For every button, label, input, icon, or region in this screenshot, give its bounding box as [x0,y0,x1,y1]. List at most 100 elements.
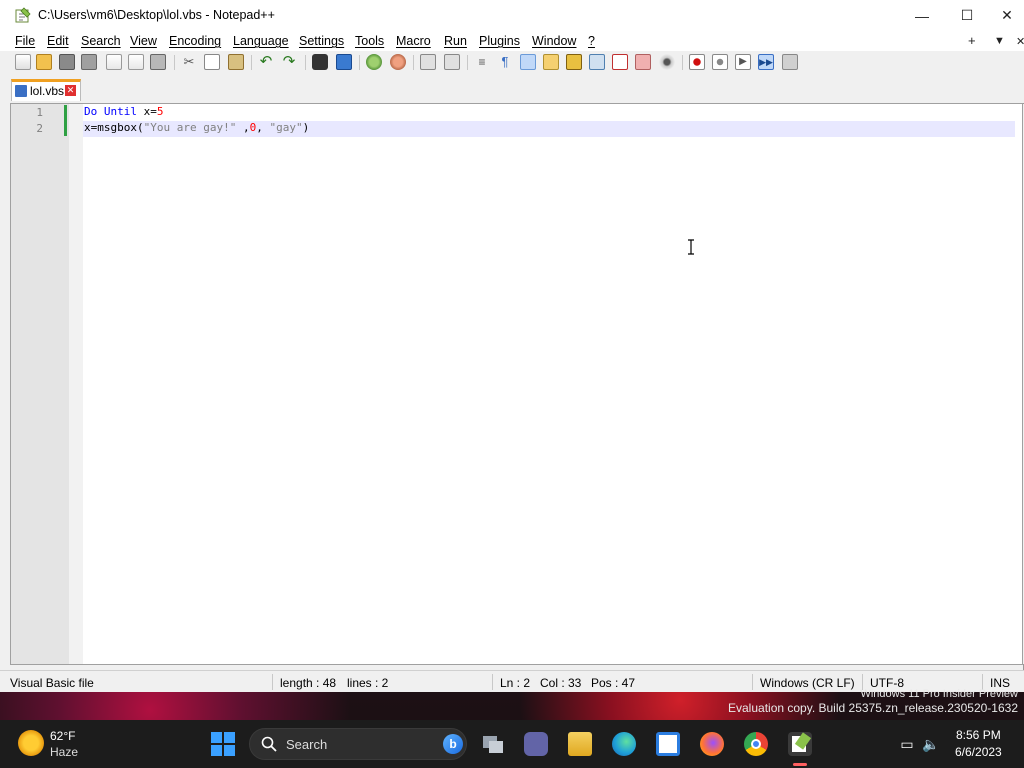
tab-lol-vbs[interactable]: lol.vbs ✕ [11,79,81,101]
code-token: , [236,121,250,134]
watermark-edition: Windows 11 Pro Insider Preview [860,688,1018,700]
status-separator [752,674,753,690]
windows-logo-icon [211,732,222,743]
active-app-indicator [793,763,807,766]
status-eol[interactable]: Windows (CR LF) [760,676,855,690]
close-all-icon[interactable] [128,54,144,70]
windows-logo-icon [224,745,235,756]
undo-icon[interactable]: ↶ [258,54,274,70]
print-icon[interactable] [150,54,166,70]
teams-chat-icon[interactable] [524,732,548,756]
weather-description[interactable]: Haze [50,745,78,759]
tab-close-icon[interactable]: ✕ [65,85,76,96]
save-macro-icon[interactable] [782,54,798,70]
menu-search[interactable]: Search [81,34,121,48]
menu-tools[interactable]: Tools [355,34,384,48]
folder-workspace-icon[interactable] [612,54,628,70]
tab-bar: lol.vbs ✕ [0,73,1024,103]
sync-vertical-icon[interactable] [420,54,436,70]
start-button[interactable] [211,732,235,756]
code-token: x=msgbox( [84,121,144,134]
editor-area[interactable]: 1 2 Do Until x=5 x=msgbox("You are gay!"… [10,103,1024,665]
menu-encoding[interactable]: Encoding [169,34,221,48]
zoom-in-icon[interactable] [366,54,382,70]
edge-browser-icon[interactable] [612,732,636,756]
open-file-icon[interactable] [36,54,52,70]
tab-list-icon[interactable]: ▼ [994,35,1005,47]
notepadpp-window: C:\Users\vm6\Desktop\lol.vbs - Notepad++… [0,0,1024,692]
window-title: C:\Users\vm6\Desktop\lol.vbs - Notepad++ [38,8,275,22]
playback-macro-icon[interactable]: ▶ [735,54,751,70]
indent-guide-icon[interactable] [520,54,536,70]
menu-edit[interactable]: Edit [47,34,69,48]
redo-icon[interactable]: ↷ [281,54,297,70]
stop-record-icon[interactable] [712,54,728,70]
paste-icon[interactable] [228,54,244,70]
code-token: "You are gay!" [143,121,237,134]
close-doc-icon[interactable]: ✕ [1016,35,1024,48]
network-icon[interactable]: ▭ [898,735,916,753]
change-history-bar [64,105,67,136]
taskbar-search-box[interactable]: Search b [249,728,467,760]
minimize-button[interactable]: — [899,0,945,31]
windows-logo-icon [224,732,235,743]
toolbar-separator [467,55,468,70]
menu-settings[interactable]: Settings [299,34,344,48]
document-list-icon[interactable] [635,54,651,70]
menu-run[interactable]: Run [444,34,467,48]
doc-map-icon[interactable] [566,54,582,70]
menu-view[interactable]: View [130,34,157,48]
toolbar-separator [305,55,306,70]
save-all-icon[interactable] [81,54,97,70]
notepadpp-taskbar-icon[interactable] [788,732,812,756]
code-line[interactable]: Do Until x=5 [83,105,1015,121]
clock-date[interactable]: 6/6/2023 [955,745,1002,759]
toolbar-separator [413,55,414,70]
code-line-current[interactable]: x=msgbox("You are gay!" ,0, "gay") [83,121,1015,137]
close-file-icon[interactable] [106,54,122,70]
status-pos: Pos : 47 [591,676,636,690]
save-icon[interactable] [59,54,75,70]
monitoring-eye-icon[interactable] [659,54,675,70]
sync-horizontal-icon[interactable] [444,54,460,70]
replace-icon[interactable] [336,54,352,70]
function-list-icon[interactable] [589,54,605,70]
code-token: Until [103,105,137,118]
toolbar-separator [251,55,252,70]
saved-file-icon [15,85,27,97]
chrome-icon[interactable] [744,732,768,756]
run-macro-multiple-icon[interactable]: ▶▶ [758,54,774,70]
status-length: length : 48 [280,676,337,690]
cut-icon[interactable]: ✂ [181,54,197,70]
menu-macro[interactable]: Macro [396,34,431,48]
define-language-icon[interactable] [543,54,559,70]
code-token: x= [137,105,157,118]
clock-time[interactable]: 8:56 PM [956,728,1001,742]
file-explorer-icon[interactable] [568,732,592,756]
copy-icon[interactable] [204,54,220,70]
new-tab-icon[interactable]: + [968,33,976,48]
word-wrap-icon[interactable]: ≡ [474,54,490,70]
watermark-build: Evaluation copy. Build 25375.zn_release.… [728,701,1018,715]
task-view-icon[interactable] [481,732,505,756]
record-macro-icon[interactable] [689,54,705,70]
close-button[interactable]: ✕ [990,0,1024,31]
menu-file[interactable]: File [15,34,35,48]
menu-language[interactable]: Language [233,34,289,48]
menu-plugins[interactable]: Plugins [479,34,520,48]
menu-window[interactable]: Window [532,34,576,48]
show-all-chars-icon[interactable]: ¶ [497,54,513,70]
bing-icon[interactable]: b [443,734,463,754]
weather-sun-icon[interactable] [18,730,44,756]
menu-help[interactable]: ? [588,34,595,48]
find-icon[interactable] [312,54,328,70]
volume-icon[interactable]: 🔈 [922,735,940,753]
weather-temperature[interactable]: 62°F [50,729,75,743]
fold-margin[interactable] [69,104,83,664]
zoom-out-icon[interactable] [390,54,406,70]
microsoft-store-icon[interactable] [656,732,680,756]
firefox-icon[interactable] [700,732,724,756]
tab-label: lol.vbs [30,84,65,98]
maximize-button[interactable]: ☐ [944,0,990,31]
new-file-icon[interactable] [15,54,31,70]
